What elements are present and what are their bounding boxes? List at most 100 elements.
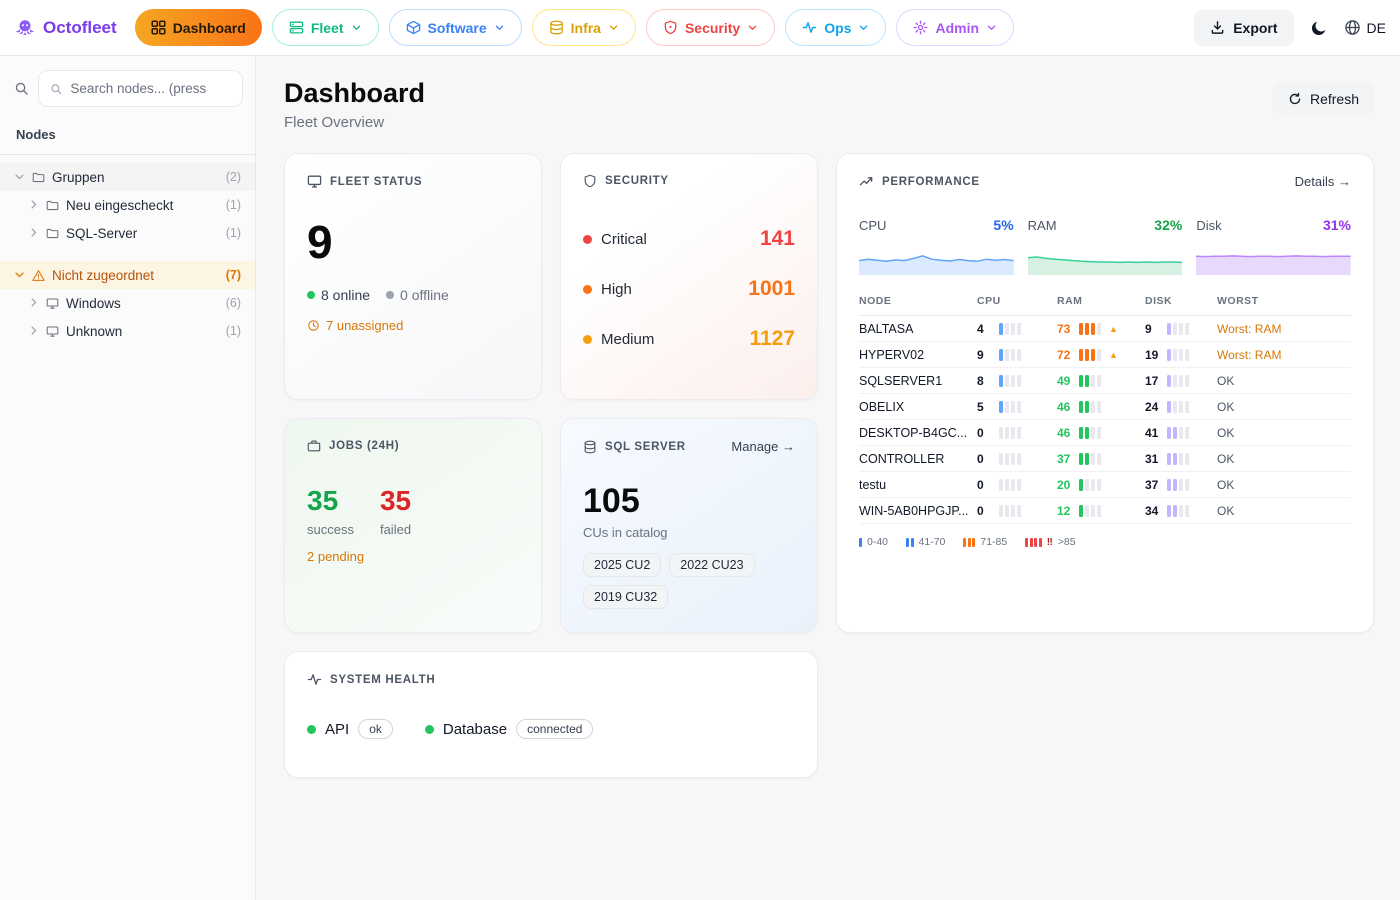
legend-item-0-40: 0-40 (859, 536, 888, 548)
nav-label: Software (428, 20, 487, 36)
health-label: Database (443, 721, 507, 738)
disk-cell: 41 (1145, 426, 1217, 440)
cu-badge: 2022 CU23 (669, 553, 754, 577)
nav-ops[interactable]: Ops (785, 9, 886, 46)
col-ram: RAM (1057, 295, 1145, 307)
jobs-pending: 2 pending (307, 549, 519, 564)
perf-table-row-win-5ab0hpgjp[interactable]: WIN-5AB0HPGJP...01234OK (859, 498, 1351, 524)
disk-cell: 31 (1145, 452, 1217, 466)
legend-item-71-85: 71-85 (963, 536, 1007, 548)
level-bars (1079, 375, 1101, 387)
card-title: FLEET STATUS (330, 176, 422, 188)
nav-fleet[interactable]: Fleet (272, 9, 379, 46)
briefcase-icon (307, 439, 321, 453)
severity-label: Critical (601, 231, 647, 248)
disk-cell: 24 (1145, 400, 1217, 414)
col-node: NODE (859, 295, 977, 307)
disk-cell: 37 (1145, 478, 1217, 492)
ram-cell: 49 (1057, 374, 1145, 388)
tree-item-unknown[interactable]: Unknown(1) (0, 317, 255, 345)
card-title: JOBS (24H) (329, 440, 399, 452)
legend-label: 71-85 (980, 536, 1007, 548)
level-bars (1167, 479, 1189, 491)
fleet-total: 9 (307, 219, 519, 265)
level-bars (1167, 349, 1189, 361)
health-badge: connected (516, 719, 593, 739)
tree-item-neu-eingescheckt[interactable]: Neu eingescheckt(1) (0, 191, 255, 219)
card-title: SECURITY (605, 175, 669, 187)
brand[interactable]: Octofleet (14, 17, 117, 39)
tree-item-windows[interactable]: Windows(6) (0, 289, 255, 317)
severity-dot (583, 285, 592, 294)
level-bars (999, 479, 1021, 491)
warning-icon: ▲ (1109, 324, 1118, 334)
nav-infra[interactable]: Infra (532, 9, 636, 46)
perf-table-row-desktop-b4gc[interactable]: DESKTOP-B4GC...04641OK (859, 420, 1351, 446)
node-search-input[interactable] (70, 81, 231, 96)
perf-table-row-sqlserver1[interactable]: SQLSERVER184917OK (859, 368, 1351, 394)
level-bars (1167, 375, 1189, 387)
folder-icon (46, 199, 59, 212)
cpu-cell: 0 (977, 452, 1057, 466)
perf-metric-disk: Disk31% (1196, 217, 1351, 275)
nav-software[interactable]: Software (389, 9, 522, 46)
nav-admin[interactable]: Admin (896, 9, 1014, 46)
level-bars (1167, 505, 1189, 517)
globe-icon (1344, 19, 1361, 36)
tree-group-gruppen[interactable]: Gruppen(2) (0, 163, 255, 191)
ram-cell: 37 (1057, 452, 1145, 466)
chevron-right-icon (28, 324, 39, 339)
monitor-icon (46, 325, 59, 338)
node-name: HYPERV02 (859, 348, 977, 362)
search-icon (14, 81, 29, 96)
tree-count: (6) (226, 296, 241, 310)
cpu-cell: 4 (977, 322, 1057, 336)
sql-server-card: SQL SERVER Manage → 105 CUs in catalog 2… (560, 418, 818, 633)
legend-label: 0-40 (867, 536, 888, 548)
jobs-success-label: success (307, 522, 354, 537)
dark-mode-toggle[interactable] (1310, 19, 1328, 37)
tree-item-label: Neu eingescheckt (66, 198, 173, 213)
perf-table-row-controller[interactable]: CONTROLLER03731OK (859, 446, 1351, 472)
trending-up-icon (859, 174, 874, 189)
manage-link[interactable]: Manage → (731, 439, 795, 454)
shield-icon (663, 20, 678, 35)
perf-table-row-obelix[interactable]: OBELIX54624OK (859, 394, 1351, 420)
activity-icon (307, 672, 322, 687)
perf-table-row-hyperv02[interactable]: HYPERV02972▲19Worst: RAM (859, 342, 1351, 368)
legend-bars (859, 538, 862, 547)
perf-table-row-baltasa[interactable]: BALTASA473▲9Worst: RAM (859, 316, 1351, 342)
metric-value: 31% (1323, 217, 1351, 233)
worst-status: Worst: RAM (1217, 348, 1351, 362)
export-button[interactable]: Export (1194, 10, 1293, 46)
nav-label: Security (685, 20, 740, 36)
legend-label: >85 (1058, 536, 1076, 548)
chevron-right-icon (28, 198, 39, 213)
perf-table-row-testu[interactable]: testu02037OK (859, 472, 1351, 498)
database-icon (549, 20, 564, 35)
sidebar-search-button[interactable] (14, 81, 29, 96)
tree-count: (1) (226, 226, 241, 240)
tree-item-sql-server[interactable]: SQL-Server(1) (0, 219, 255, 247)
cpu-sparkline (859, 239, 1014, 275)
download-icon (1210, 20, 1225, 35)
node-name: DESKTOP-B4GC... (859, 426, 977, 440)
node-name: BALTASA (859, 322, 977, 336)
metric-label: RAM (1028, 218, 1057, 233)
database-icon (583, 440, 597, 454)
refresh-button[interactable]: Refresh (1273, 82, 1374, 115)
ram-cell: 73▲ (1057, 322, 1145, 336)
language-label: DE (1367, 20, 1386, 36)
level-bars (1079, 479, 1101, 491)
nav-dashboard[interactable]: Dashboard (135, 9, 262, 46)
unassigned-status: 7 unassigned (307, 318, 519, 333)
legend-bars (1025, 538, 1042, 547)
disk-cell: 34 (1145, 504, 1217, 518)
offline-status: 0 offline (386, 287, 449, 303)
tree-group-nicht-zugeordnet[interactable]: Nicht zugeordnet(7) (0, 261, 255, 289)
language-switcher[interactable]: DE (1344, 19, 1386, 36)
nav-security[interactable]: Security (646, 9, 775, 46)
worst-status: OK (1217, 478, 1351, 492)
details-link[interactable]: Details → (1295, 174, 1351, 189)
node-search-box (38, 70, 243, 107)
